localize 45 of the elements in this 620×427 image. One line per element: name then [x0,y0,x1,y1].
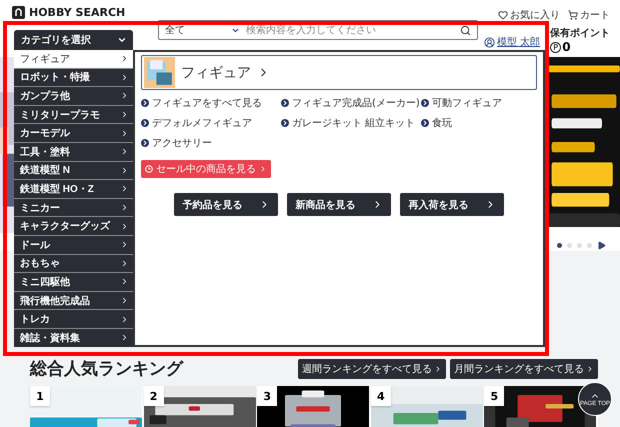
ranking-button[interactable]: 月間ランキングをすべて見る [450,358,598,378]
points-label: 保有ポイント [550,26,610,40]
subcategory-link[interactable]: フィギュア完成品(メーカー) [281,96,421,110]
category-item[interactable]: キャラクターグッズ [14,217,133,235]
category-item[interactable]: おもちゃ [14,254,133,272]
category-item[interactable]: 飛行機他完成品 [14,292,133,310]
browse-button[interactable]: 再入荷を見る [400,193,504,216]
rank-number: 4 [370,386,391,406]
category-item[interactable]: ミニカー [14,198,133,216]
category-item[interactable]: カーモデル [14,124,133,142]
points-mark: P [550,42,562,52]
browse-button[interactable]: 予約品を見る [174,193,278,216]
subcategory-link[interactable]: アクセサリー [141,136,281,150]
scope-select[interactable]: 全て [165,23,225,37]
category-item[interactable]: フィギュア [14,50,133,68]
section-title: 総合人気ランキング [30,358,185,380]
ranking-button[interactable]: 週間ランキングをすべて見る [298,358,446,378]
rank-number: 3 [257,386,278,406]
category-item[interactable]: 工具・塗料 [14,142,133,161]
logo-text[interactable]: HOBBY SEARCH [29,6,126,19]
rank-number: 2 [144,386,164,406]
category-item[interactable]: 雑誌・資料集 [14,328,133,346]
subcategory-link[interactable]: 可動フィギュア [421,96,537,110]
category-item[interactable]: 鉄道模型 HO・Z [14,180,133,198]
category-item[interactable]: ミリタリープラモ [14,106,133,124]
category-item[interactable]: トレカ [14,310,133,328]
rank-number: 5 [484,386,504,406]
subcategory-link[interactable]: フィギュアをすべて見る [141,96,281,110]
category-tab[interactable]: カテゴリを選択 [14,30,133,50]
category-heading[interactable]: フィギュア [141,55,537,90]
favorites-link[interactable]: お気に入り [498,3,560,26]
rank-number: 1 [30,386,50,406]
browse-button[interactable]: 新商品を見る [287,193,391,216]
sale-button[interactable]: セール中の商品を見る [141,160,271,178]
subcategory-link[interactable]: 食玩 [421,116,537,130]
subcategory-link[interactable]: ガレージキット 組立キット [281,116,421,130]
user-link[interactable]: 模型 太郎 [484,30,540,54]
category-item[interactable]: 鉄道模型 N [14,162,133,180]
subcategory-link[interactable]: デフォルメフィギュア [141,116,281,130]
category-item[interactable]: ロボット・特撮 [14,68,133,86]
category-item[interactable]: ガンプラ他 [14,87,133,105]
cart-link[interactable]: カート [568,3,610,26]
category-item[interactable]: ミニ四駆他 [14,273,133,291]
points-value: 0 [562,40,571,54]
category-item[interactable]: ドール [14,236,133,254]
